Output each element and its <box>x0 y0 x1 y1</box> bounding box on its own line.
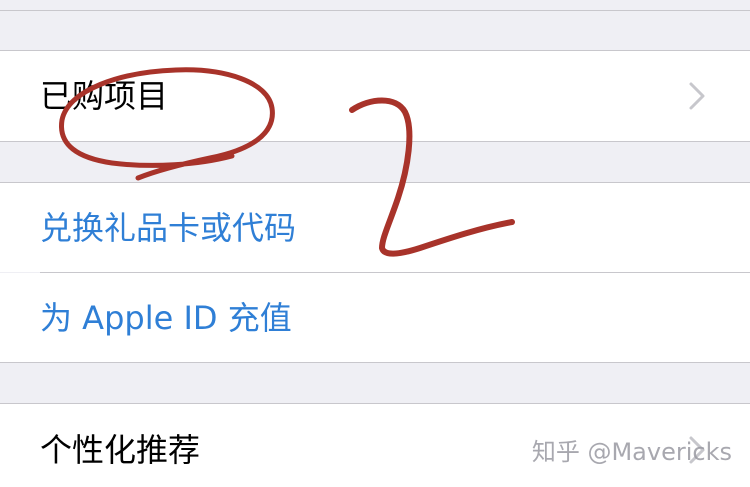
redeem-gift-card-row[interactable]: 兑换礼品卡或代码 <box>0 183 750 272</box>
group-separator <box>0 10 750 11</box>
purchased-items-label: 已购项目 <box>40 77 169 115</box>
add-funds-row[interactable]: 为 Apple ID 充值 <box>0 273 750 362</box>
add-funds-link[interactable]: 为 Apple ID 充值 <box>40 302 292 334</box>
group-separator <box>0 141 750 142</box>
personalized-recommendations-label: 个性化推荐 <box>40 431 201 469</box>
redeem-gift-card-link[interactable]: 兑换礼品卡或代码 <box>40 212 296 244</box>
zhihu-watermark: 知乎 @Mavericks <box>531 438 732 466</box>
purchased-items-row[interactable]: 已购项目 <box>0 51 750 141</box>
group-separator <box>0 362 750 363</box>
settings-screen: 已购项目 兑换礼品卡或代码 为 Apple ID 充值 个性化推荐 知乎 @Ma… <box>0 0 750 487</box>
chevron-right-icon <box>689 82 705 110</box>
